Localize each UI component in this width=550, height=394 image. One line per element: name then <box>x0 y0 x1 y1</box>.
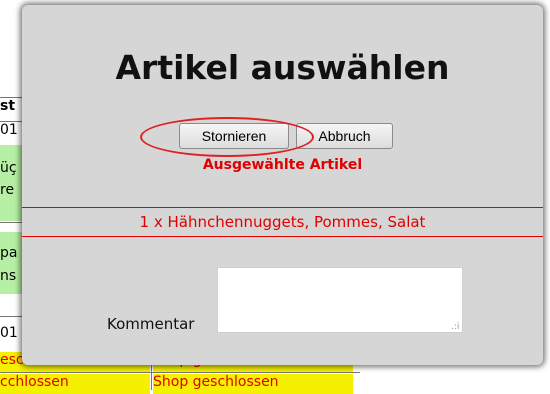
grid-line <box>0 372 360 373</box>
article-select-dialog: Artikel auswählen Stornieren Abbruch Aus… <box>22 5 543 365</box>
comment-field[interactable] <box>217 267 463 333</box>
dialog-title: Artikel auswählen <box>115 48 450 87</box>
resize-grip-icon[interactable]: .:i <box>451 323 459 332</box>
highlight-annotation <box>140 117 314 157</box>
selected-items-heading: Ausgewählte Artikel <box>202 157 363 173</box>
list-item[interactable]: 1 x Hähnchennuggets, Pommes, Salat <box>22 207 543 237</box>
status-cell: cchlossen <box>0 374 150 394</box>
status-cell: Shop geschlossen <box>153 374 353 394</box>
comment-label: Kommentar <box>107 315 195 333</box>
